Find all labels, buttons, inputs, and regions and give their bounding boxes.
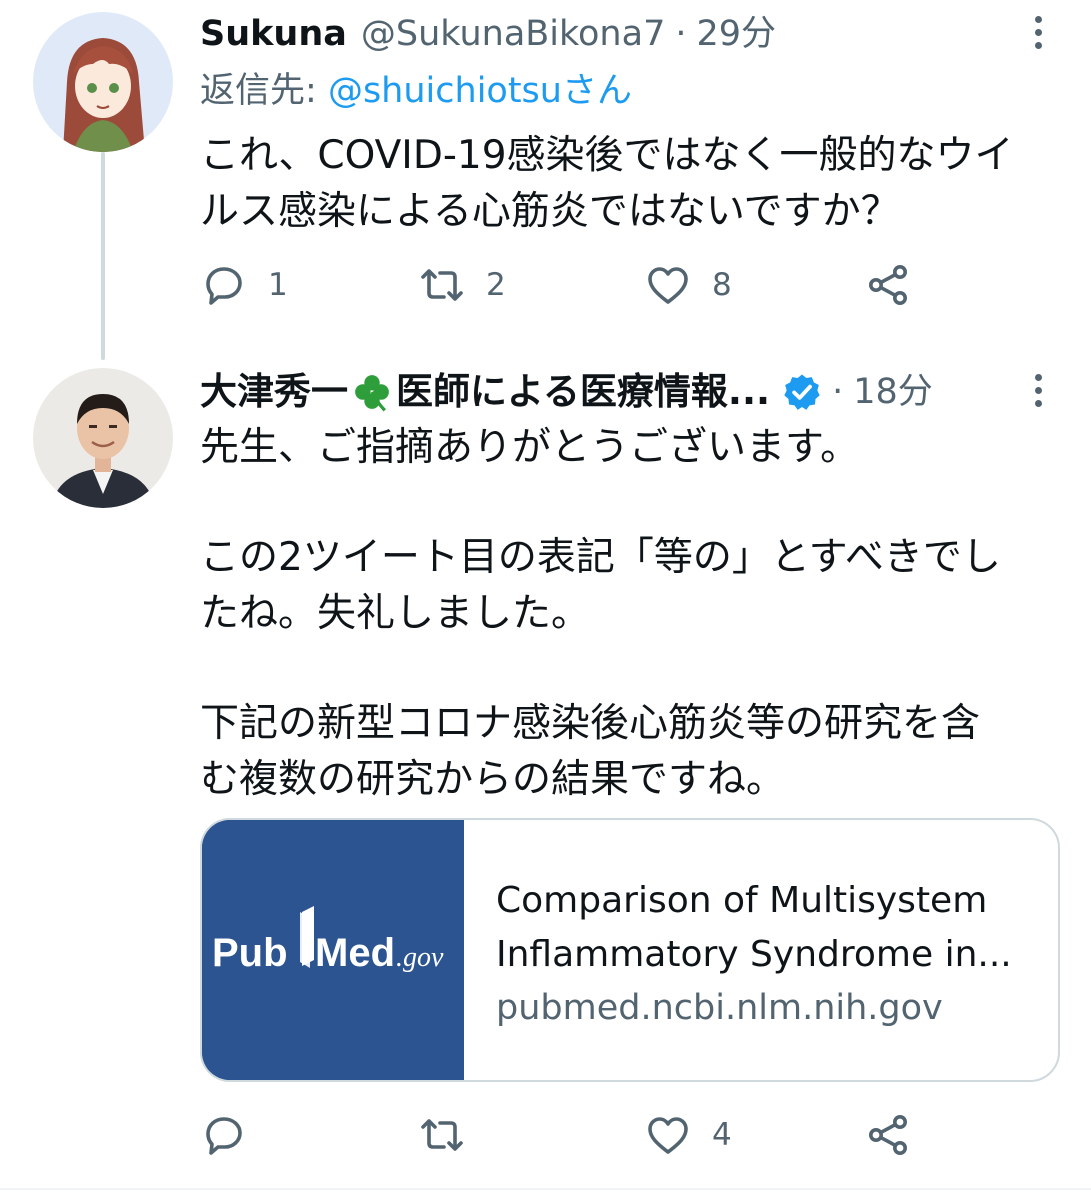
- clover-icon: [355, 375, 389, 412]
- share-button[interactable]: [864, 1110, 912, 1160]
- reply-icon: [206, 267, 242, 305]
- like-icon: [648, 267, 688, 304]
- like-icon: [648, 1117, 688, 1154]
- tweet-text-line: 先生、ご指摘ありがとうございます。: [200, 425, 860, 470]
- tweet-text-line: 下記の新型コロナ感染後心筋炎等の研究を含: [200, 701, 981, 746]
- timestamp[interactable]: 18分: [853, 370, 933, 414]
- like-count: 4: [712, 1117, 732, 1153]
- display-name-part2[interactable]: 医師による医療情報...: [396, 370, 770, 414]
- tweet-text-line: たね。失礼しました。: [200, 591, 591, 636]
- link-card-domain: pubmed.ncbi.nlm.nih.gov: [496, 988, 943, 1028]
- thread-connector-line: [101, 152, 105, 360]
- tweet-text-line: む複数の研究からの結果ですね。: [200, 757, 786, 802]
- retweet-button[interactable]: [418, 1110, 486, 1160]
- tweet-paragraph: 下記の新型コロナ感染後心筋炎等の研究を含 む複数の研究からの結果ですね。: [200, 696, 1070, 808]
- timestamp[interactable]: 29分: [696, 12, 776, 56]
- link-card-title: Inflammatory Syndrome in...: [496, 934, 1012, 975]
- reply-button[interactable]: 1: [200, 260, 288, 310]
- link-card-body: Comparison of Multisystem Inflammatory S…: [464, 820, 1058, 1080]
- tweet-paragraph: この2ツイート目の表記「等の」とすべきでし たね。失礼しました。: [200, 530, 1070, 642]
- like-button[interactable]: 8: [644, 260, 732, 310]
- reply-to-line: 返信先: @shuichiotsuさん: [200, 66, 632, 116]
- reply-to-label: 返信先:: [200, 71, 317, 111]
- retweet-count: 2: [486, 267, 506, 303]
- display-name-part1[interactable]: 大津秀一: [200, 370, 348, 414]
- reply-icon: [206, 1117, 242, 1155]
- reply-to-mention[interactable]: @shuichiotsuさん: [328, 71, 632, 111]
- tweet-header: Sukuna @SukunaBikona7 · 29分: [200, 12, 776, 56]
- separator-dot: ·: [832, 372, 844, 412]
- like-button[interactable]: 4: [644, 1110, 732, 1160]
- tweet-text-line: これ、COVID-19感染後ではなく一般的なウイ: [200, 133, 1014, 178]
- action-bar: 1 2 8: [200, 260, 920, 310]
- reply-button[interactable]: [200, 1110, 268, 1160]
- pubmed-logo: Pub Med .gov: [202, 820, 464, 1080]
- share-icon: [869, 1115, 907, 1155]
- separator-dot: ·: [675, 14, 687, 54]
- reply-count: 1: [268, 267, 288, 303]
- link-card-title: Comparison of Multisystem: [496, 880, 988, 921]
- share-button[interactable]: [864, 260, 912, 310]
- tweet-paragraph: 先生、ご指摘ありがとうございます。: [200, 420, 1070, 476]
- avatar[interactable]: [33, 368, 173, 508]
- user-handle[interactable]: @SukunaBikona7: [361, 12, 665, 56]
- svg-text:Med: Med: [315, 931, 395, 975]
- avatar[interactable]: [33, 12, 173, 152]
- tweet-header: 大津秀一 医師による医療情報... · 18分: [200, 370, 933, 414]
- retweet-icon: [421, 1119, 463, 1151]
- tweet-text: これ、COVID-19感染後ではなく一般的なウイ ルス感染による心筋炎ではないで…: [200, 128, 1070, 240]
- more-icon[interactable]: [1028, 8, 1048, 56]
- tweet-text-line: この2ツイート目の表記「等の」とすべきでし: [200, 535, 1001, 580]
- tweet-text: 先生、ご指摘ありがとうございます。 この2ツイート目の表記「等の」とすべきでし …: [200, 420, 1070, 808]
- verified-icon: [784, 374, 820, 410]
- svg-text:Pub: Pub: [212, 931, 288, 975]
- share-icon: [869, 265, 907, 305]
- more-icon[interactable]: [1028, 366, 1048, 414]
- tweet-text-line: ルス感染による心筋炎ではないですか？: [200, 189, 900, 234]
- display-name[interactable]: Sukuna: [200, 12, 347, 56]
- link-card[interactable]: Pub Med .gov Comparison of Multisystem I…: [200, 818, 1060, 1082]
- svg-text:.gov: .gov: [396, 942, 444, 973]
- like-count: 8: [712, 267, 732, 303]
- divider: [0, 1188, 1091, 1190]
- retweet-button[interactable]: 2: [418, 260, 506, 310]
- action-bar: 4: [200, 1110, 920, 1160]
- retweet-icon: [421, 269, 463, 301]
